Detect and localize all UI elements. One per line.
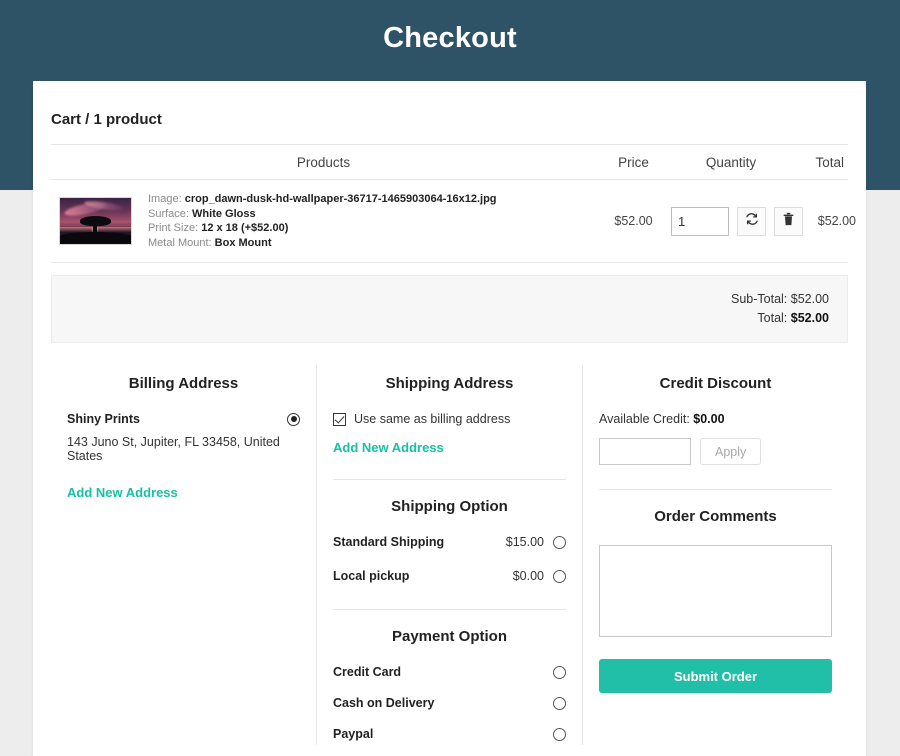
refresh-icon [745, 212, 759, 231]
credit-code-input[interactable] [599, 438, 691, 465]
available-credit-line: Available Credit: $0.00 [599, 412, 832, 426]
cart-totals: Sub-Total: $52.00 Total: $52.00 [51, 275, 848, 343]
field-value: 12 x 18 (+$52.00) [201, 222, 289, 234]
credit-input-row: Apply [599, 438, 832, 465]
available-credit-label: Available Credit: [599, 412, 690, 426]
shipping-option-price: $0.00 [512, 569, 544, 583]
product-total: $52.00 [817, 214, 856, 228]
shipping-column: Shipping Address Use same as billing add… [316, 365, 583, 745]
payment-option-label: Credit Card [333, 665, 402, 679]
shipping-option-radio[interactable] [553, 535, 566, 549]
payment-option-label: Cash on Delivery [333, 696, 435, 710]
shipping-option-label: Local pickup [333, 569, 410, 583]
billing-address-line: 143 Juno St, Jupiter, FL 33458, United S… [67, 435, 280, 463]
shipping-option-title: Shipping Option [391, 498, 508, 515]
product-cell: Image: crop_dawn-dusk-hd-wallpaper-36717… [51, 192, 596, 250]
payment-option-radio[interactable] [553, 665, 566, 679]
field-label: Print Size: [148, 222, 199, 234]
cart-heading: Cart / 1 product [51, 111, 162, 128]
field-label: Image: [148, 193, 182, 205]
product-price: $52.00 [614, 214, 653, 228]
checkout-card: Cart / 1 product Products Price Quantity… [33, 81, 866, 756]
submit-order-button[interactable]: Submit Order [599, 659, 832, 693]
table-row: Image: crop_dawn-dusk-hd-wallpaper-36717… [51, 180, 856, 263]
payment-option-radio[interactable] [553, 696, 566, 710]
shipping-option-standard[interactable]: Standard Shipping $15.00 [333, 535, 566, 549]
shipping-option-local-pickup[interactable]: Local pickup $0.00 [333, 569, 566, 583]
field-value: White Gloss [192, 207, 256, 220]
payment-option-label: Paypal [333, 727, 374, 741]
field-value: Box Mount [214, 236, 272, 249]
payment-option-radio[interactable] [553, 727, 566, 741]
divider [333, 479, 566, 480]
use-same-as-billing-row[interactable]: Use same as billing address [333, 412, 566, 426]
field-value: crop_dawn-dusk-hd-wallpaper-36717-146590… [184, 193, 497, 205]
total-line: Total: $52.00 [52, 309, 829, 328]
billing-add-new-address-link[interactable]: Add New Address [67, 485, 178, 500]
total-label: Total: [757, 311, 788, 325]
product-field-image: Image: crop_dawn-dusk-hd-wallpaper-36717… [148, 192, 497, 207]
subtotal-value: $52.00 [790, 292, 829, 306]
subtotal-line: Sub-Total: $52.00 [52, 290, 829, 309]
shipping-option-label: Standard Shipping [333, 535, 445, 549]
divider [333, 609, 566, 610]
billing-address-radio[interactable] [287, 412, 300, 426]
billing-address-title: Billing Address [128, 375, 239, 392]
column-header-products: Products [296, 154, 351, 170]
payment-option-paypal[interactable]: Paypal [333, 727, 566, 741]
billing-address-column: Billing Address Shiny Prints 143 Juno St… [51, 365, 316, 745]
billing-address-entry: Shiny Prints [67, 412, 300, 426]
order-comments-textarea[interactable] [599, 545, 832, 637]
quantity-cell [671, 206, 803, 236]
column-header-total: Total [815, 154, 844, 170]
cart-table-header: Products Price Quantity Total [51, 144, 848, 180]
credit-and-comments-column: Credit Discount Available Credit: $0.00 … [583, 365, 848, 745]
divider [599, 489, 832, 490]
shipping-option-price: $15.00 [505, 535, 544, 549]
shipping-add-new-address-link[interactable]: Add New Address [333, 440, 444, 455]
field-label: Metal Mount: [148, 236, 212, 249]
payment-option-title: Payment Option [391, 628, 507, 645]
use-same-as-billing-label: Use same as billing address [354, 412, 511, 426]
product-field-print-size: Print Size: 12 x 18 (+$52.00) [148, 221, 497, 236]
order-comments-title: Order Comments [654, 508, 777, 525]
apply-credit-button[interactable]: Apply [700, 438, 762, 465]
shipping-address-title: Shipping Address [385, 375, 514, 392]
product-field-metal-mount: Metal Mount: Box Mount [148, 236, 497, 251]
quantity-input[interactable] [671, 206, 729, 236]
product-thumbnail[interactable] [59, 197, 132, 245]
field-label: Surface: [148, 207, 189, 220]
product-meta: Image: crop_dawn-dusk-hd-wallpaper-36717… [148, 192, 497, 250]
payment-option-credit-card[interactable]: Credit Card [333, 665, 566, 679]
page-title: Checkout [383, 22, 517, 54]
checkout-columns: Billing Address Shiny Prints 143 Juno St… [51, 365, 848, 745]
column-header-price: Price [618, 154, 649, 170]
credit-discount-title: Credit Discount [659, 375, 772, 392]
subtotal-label: Sub-Total: [731, 292, 788, 306]
total-value: $52.00 [790, 311, 829, 325]
trash-icon [782, 212, 795, 231]
column-header-quantity: Quantity [705, 154, 757, 170]
available-credit-value: $0.00 [693, 412, 725, 426]
update-quantity-button[interactable] [737, 206, 766, 236]
billing-address-name: Shiny Prints [67, 412, 140, 426]
use-same-as-billing-checkbox[interactable] [333, 412, 346, 426]
product-field-surface: Surface: White Gloss [148, 207, 497, 222]
shipping-option-radio[interactable] [553, 569, 566, 583]
delete-item-button[interactable] [774, 206, 803, 236]
payment-option-cash-on-delivery[interactable]: Cash on Delivery [333, 696, 566, 710]
